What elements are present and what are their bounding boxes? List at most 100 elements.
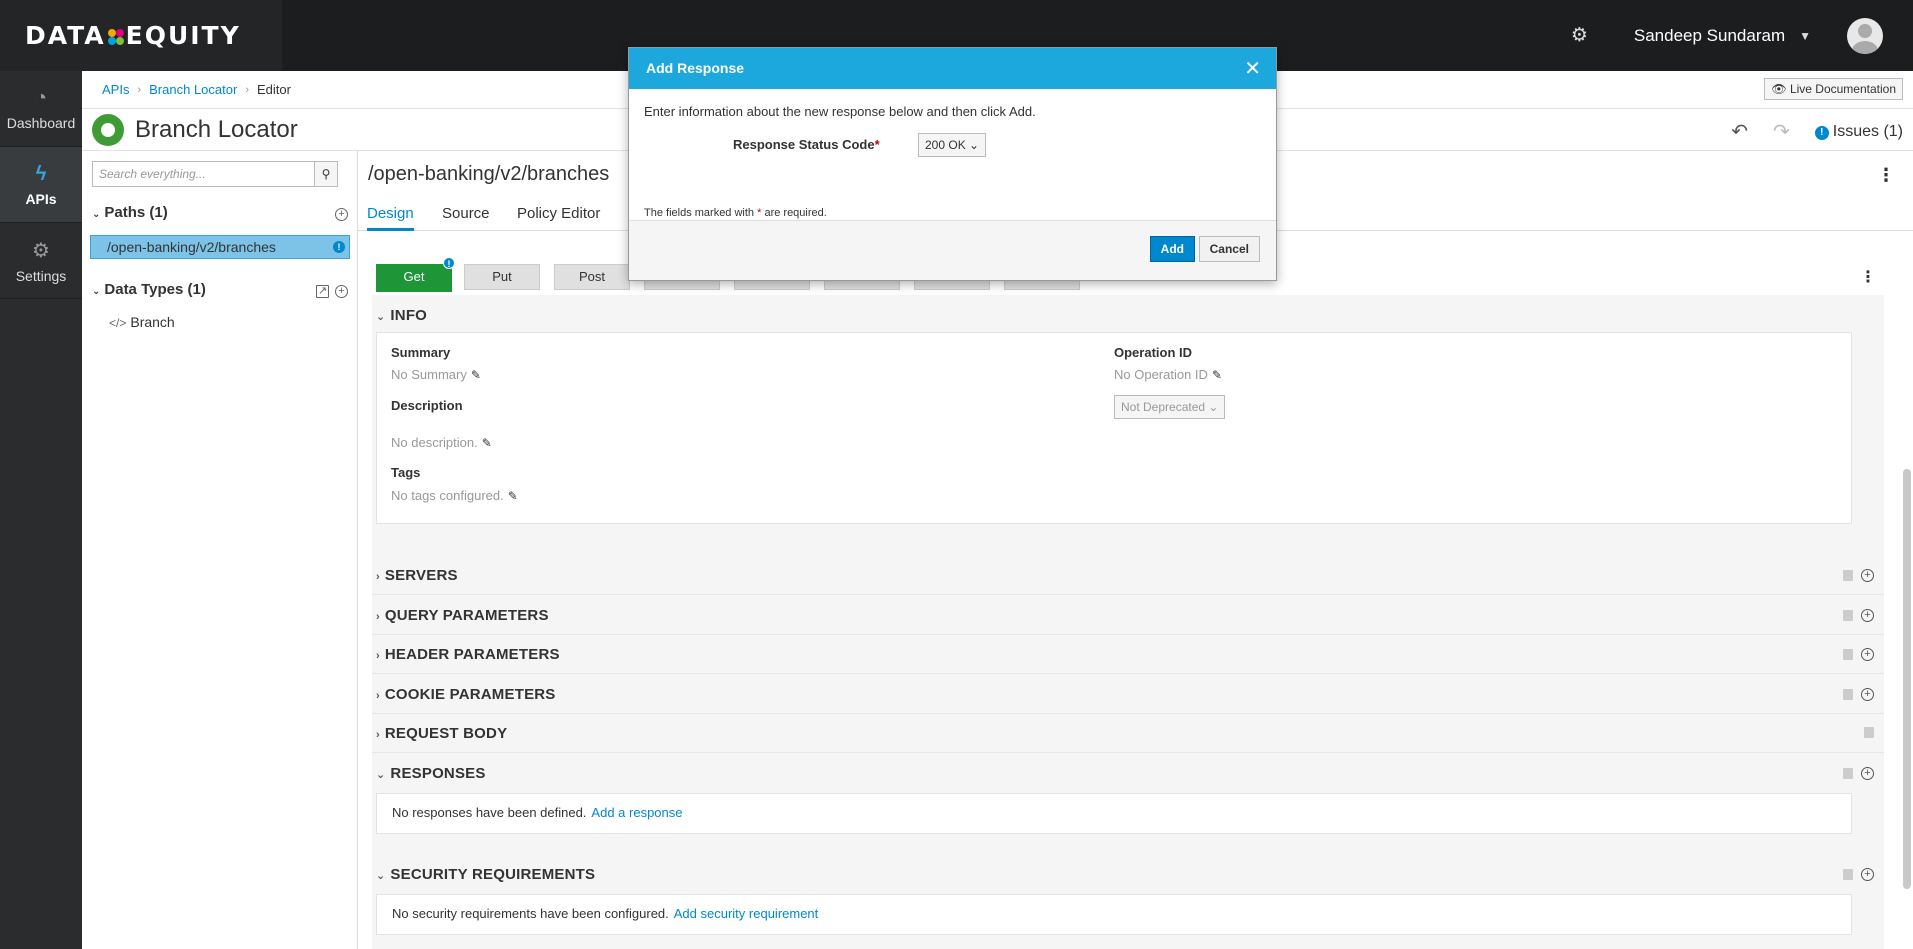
- pencil-icon[interactable]: ✎: [471, 368, 481, 382]
- add-security-requirement-link[interactable]: Add security requirement: [674, 906, 819, 921]
- tab-policy-editor[interactable]: Policy Editor: [517, 205, 600, 222]
- avatar[interactable]: [1847, 17, 1883, 54]
- security-title: SECURITY REQUIREMENTS: [390, 866, 596, 883]
- servers-section-header[interactable]: › SERVERS: [376, 567, 458, 584]
- summary-value[interactable]: No Summary ✎: [391, 367, 481, 382]
- api-logo-icon: [92, 114, 124, 146]
- tab-design[interactable]: Design: [367, 205, 414, 231]
- trash-icon[interactable]: [1843, 649, 1853, 660]
- nav-apis[interactable]: ϟ APIs: [0, 147, 82, 223]
- trash-icon[interactable]: [1843, 610, 1853, 621]
- add-icon[interactable]: +: [1861, 868, 1874, 881]
- description-value[interactable]: No description. ✎: [391, 435, 492, 450]
- logo-area[interactable]: DATA EQUITY: [0, 0, 282, 71]
- cookie-parameters-title: COOKIE PARAMETERS: [384, 686, 556, 703]
- security-header[interactable]: ⌄ SECURITY REQUIREMENTS: [376, 866, 595, 883]
- info-section-header[interactable]: ⌄ INFO: [376, 307, 427, 324]
- trash-icon[interactable]: [1843, 768, 1853, 779]
- import-type-icon[interactable]: ↗: [316, 285, 329, 298]
- add-button[interactable]: Add: [1149, 236, 1195, 262]
- dialog-intro: Enter information about the new response…: [644, 104, 1036, 119]
- user-menu-caret-icon[interactable]: ▼: [1799, 29, 1811, 43]
- user-name[interactable]: Sandeep Sundaram: [1634, 26, 1785, 46]
- breadcrumb-branch-locator[interactable]: Branch Locator: [149, 82, 237, 97]
- settings-gear-icon[interactable]: ⚙: [1571, 24, 1588, 47]
- redo-icon[interactable]: ↷: [1773, 119, 1790, 144]
- tags-value-text: No tags configured.: [391, 488, 504, 503]
- undo-icon[interactable]: ↶: [1731, 119, 1748, 144]
- dashboard-icon: ◔: [34, 86, 48, 109]
- chevron-right-icon: ›: [376, 571, 380, 583]
- responses-header[interactable]: ⌄ RESPONSES: [376, 765, 486, 782]
- breadcrumb-editor: Editor: [256, 82, 291, 97]
- pencil-icon[interactable]: ✎: [1212, 368, 1222, 382]
- dialog-footer: Add Cancel: [629, 220, 1276, 280]
- chevron-down-icon: ⌄: [92, 209, 101, 220]
- nav-dashboard[interactable]: ◔ Dashboard: [0, 71, 82, 147]
- pencil-icon[interactable]: ✎: [508, 489, 518, 503]
- cancel-button[interactable]: Cancel: [1198, 236, 1260, 262]
- add-path-icon[interactable]: +: [335, 208, 348, 221]
- issues-button[interactable]: ! Issues (1): [1814, 123, 1903, 141]
- outline-panel: Search everything... ⚲ ⌄ Paths (1) + /ope…: [82, 151, 358, 949]
- pencil-icon[interactable]: ✎: [482, 436, 492, 450]
- status-code-select[interactable]: 200 OK ⌄: [918, 133, 987, 157]
- breadcrumb-separator-icon: ›: [137, 83, 142, 96]
- search-input[interactable]: Search everything...: [92, 161, 322, 187]
- type-item[interactable]: </> Branch: [109, 314, 175, 330]
- add-response-link[interactable]: Add a response: [591, 805, 682, 820]
- divider: [372, 752, 1884, 753]
- op-put-button[interactable]: Put: [464, 264, 540, 290]
- deprecated-select[interactable]: Not Deprecated ⌄: [1114, 395, 1226, 419]
- tags-value[interactable]: No tags configured. ✎: [391, 488, 518, 503]
- trash-icon[interactable]: [1864, 727, 1874, 738]
- cookie-parameters-header[interactable]: › COOKIE PARAMETERS: [376, 686, 556, 703]
- trash-icon[interactable]: [1843, 570, 1853, 581]
- paths-header[interactable]: ⌄ Paths (1): [92, 204, 168, 221]
- path-item[interactable]: /open-banking/v2/branches !: [90, 235, 350, 259]
- info-icon: !: [333, 241, 345, 253]
- chevron-down-icon: ⌄: [92, 286, 101, 297]
- kebab-menu-icon[interactable]: ⋮: [1860, 267, 1876, 287]
- search-icon[interactable]: ⚲: [314, 161, 338, 187]
- header-parameters-header[interactable]: › HEADER PARAMETERS: [376, 646, 560, 663]
- operation-content: Get ! Put Post ⋮ ⌄ INFO Summary No Summar…: [372, 235, 1884, 949]
- required-marker: *: [874, 137, 880, 152]
- data-types-header[interactable]: ⌄ Data Types (1): [92, 281, 206, 298]
- request-body-title: REQUEST BODY: [384, 725, 508, 742]
- operation-id-value[interactable]: No Operation ID ✎: [1114, 367, 1222, 382]
- add-type-icon[interactable]: +: [335, 285, 348, 298]
- kebab-menu-icon[interactable]: ⋮: [1877, 165, 1895, 186]
- scrollbar[interactable]: [1903, 469, 1911, 889]
- request-body-header[interactable]: › REQUEST BODY: [376, 725, 507, 742]
- close-icon[interactable]: ✕: [1244, 56, 1261, 81]
- trash-icon[interactable]: [1843, 689, 1853, 700]
- data-types-header-label: Data Types (1): [104, 281, 206, 298]
- required-note-before: The fields marked with: [644, 207, 758, 219]
- info-icon: !: [443, 257, 455, 269]
- chevron-down-icon: ⌄: [376, 311, 386, 323]
- chevron-down-icon: ⌄: [969, 138, 980, 152]
- add-icon[interactable]: +: [1861, 688, 1874, 701]
- divider: [372, 594, 1884, 595]
- add-icon[interactable]: +: [1861, 767, 1874, 780]
- nav-settings[interactable]: ⚙ Settings: [0, 223, 82, 299]
- query-parameters-header[interactable]: › QUERY PARAMETERS: [376, 607, 549, 624]
- security-empty-text: No security requirements have been confi…: [392, 906, 669, 921]
- op-post-button[interactable]: Post: [554, 264, 630, 290]
- chevron-right-icon: ›: [376, 690, 380, 702]
- summary-value-text: No Summary: [391, 367, 467, 382]
- add-icon[interactable]: +: [1861, 648, 1874, 661]
- eye-icon: 👁: [1771, 82, 1787, 96]
- deprecated-select-label: Not Deprecated: [1121, 400, 1206, 414]
- trash-icon[interactable]: [1843, 869, 1853, 880]
- live-documentation-button[interactable]: 👁 Live Documentation: [1764, 78, 1903, 100]
- op-get-button[interactable]: Get: [376, 264, 452, 292]
- tab-source[interactable]: Source: [442, 205, 490, 222]
- dialog-title: Add Response: [646, 60, 745, 76]
- responses-empty-text: No responses have been defined.: [392, 805, 587, 820]
- add-icon[interactable]: +: [1861, 609, 1874, 622]
- add-icon[interactable]: +: [1861, 569, 1874, 582]
- breadcrumb-apis[interactable]: APIs: [102, 82, 129, 97]
- status-code-label-text: Response Status Code: [733, 137, 875, 152]
